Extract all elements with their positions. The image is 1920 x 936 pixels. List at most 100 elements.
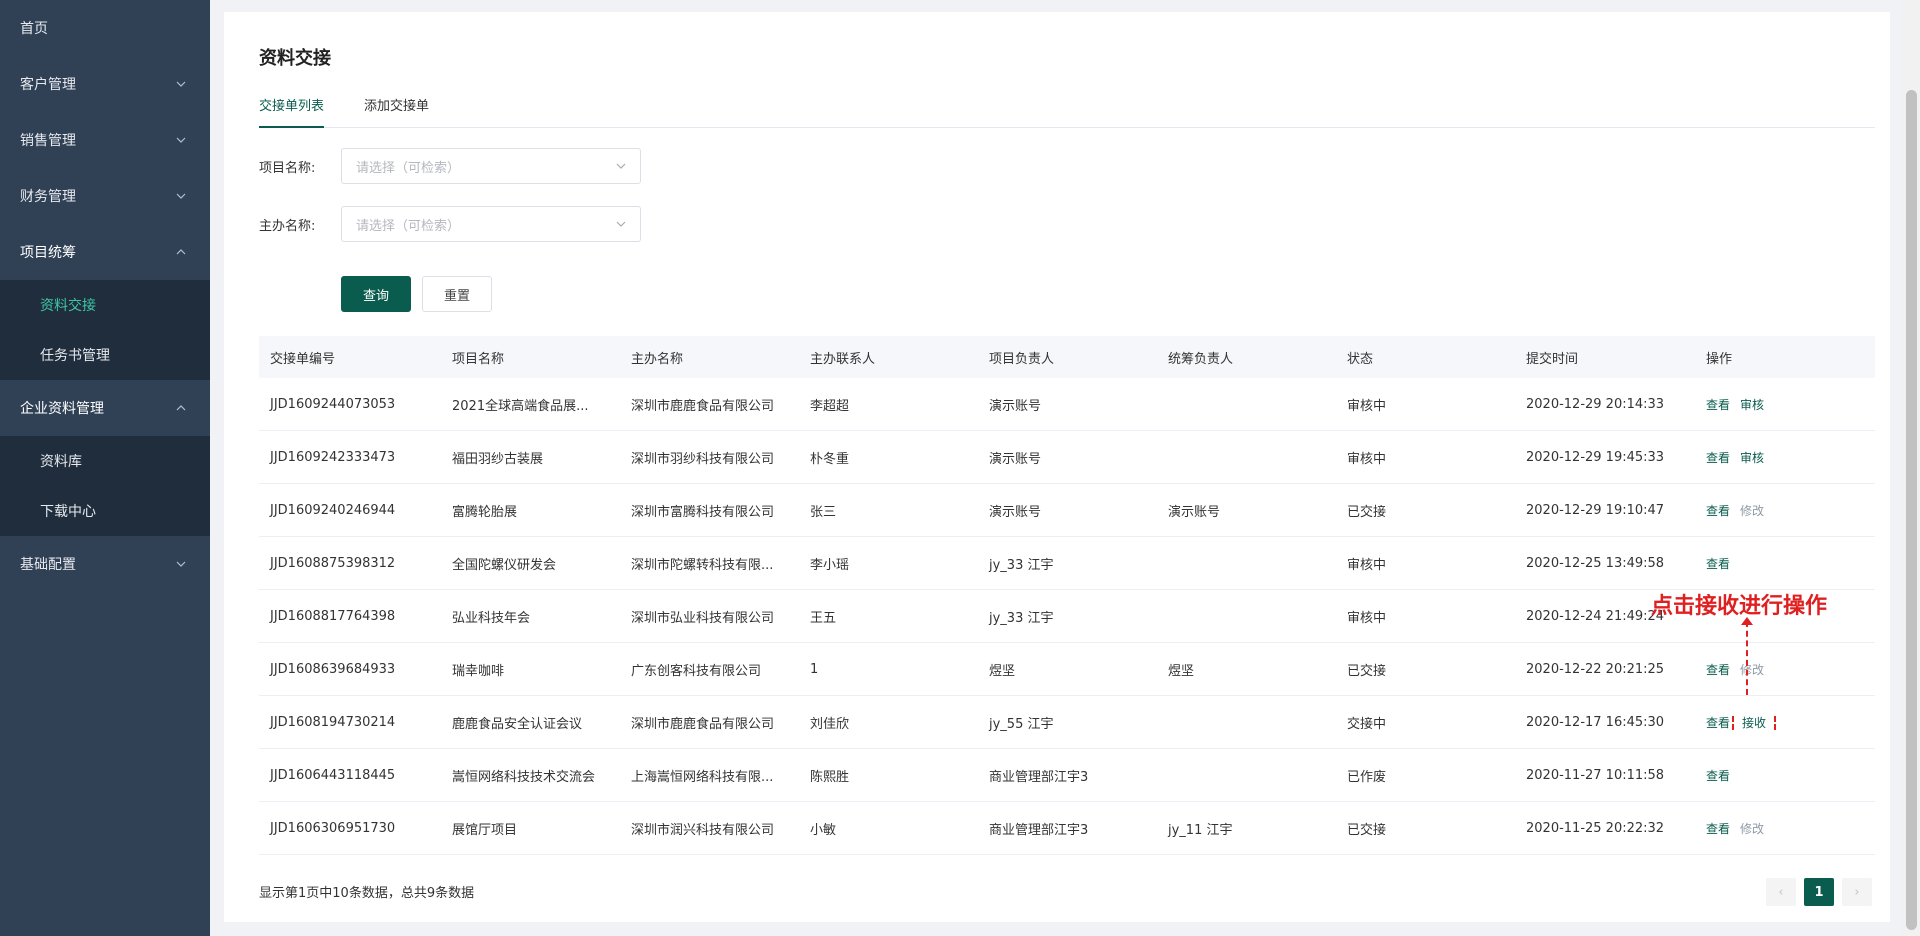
cell-project: 弘业科技年会 (452, 610, 531, 626)
cell-project: 展馆厅项目 (452, 822, 518, 838)
cell-status: 审核中 (1347, 557, 1387, 573)
cell-actions: 查看 修改 (1695, 502, 1875, 519)
table-row: JJD1608875398312 全国陀螺仪研发会 深圳市陀螺转科技有限... 李小瑶… (259, 537, 1875, 590)
prev-page-button[interactable]: ‹ (1766, 878, 1796, 906)
review-link[interactable]: 审核 (1740, 451, 1764, 465)
host-select[interactable]: 请选择（可检索） (341, 206, 641, 242)
cell-host: 上海嵩恒网络科技有限... (631, 769, 774, 785)
table-row: JJD1608639684933 瑞幸咖啡 广东创客科技有限公司 1 煜坚 煜坚 已交接 20… (259, 643, 1875, 696)
view-link[interactable]: 查看 (1706, 822, 1730, 836)
cell-contact: 王五 (810, 610, 837, 626)
cell-pm: jy_33 江宇 (989, 557, 1054, 573)
review-link[interactable]: 审核 (1740, 398, 1764, 412)
view-link[interactable]: 查看 (1706, 716, 1730, 730)
edit-link[interactable]: 修改 (1740, 504, 1764, 518)
column-header: 项目名称 (452, 351, 505, 367)
cell-project: 瑞幸咖啡 (452, 663, 505, 679)
cell-host: 深圳市鹿鹿食品有限公司 (631, 716, 775, 732)
sidebar-item-downloads[interactable]: 下载中心 (0, 486, 210, 536)
cell-status: 已作废 (1347, 769, 1387, 785)
cell-time: 2020-12-17 16:45:30 (1526, 714, 1665, 730)
chevron-down-icon (616, 219, 626, 230)
sidebar-item-handover[interactable]: 资料交接 (0, 280, 210, 330)
receive-link[interactable]: 接收 (1732, 713, 1777, 731)
handover-table: 交接单编号 项目名称 主办名称 主办联系人 项目负责人 统筹负责人 状态 提交时… (259, 336, 1875, 855)
cell-host: 深圳市富腾科技有限公司 (631, 504, 775, 520)
view-link[interactable]: 查看 (1706, 557, 1730, 571)
content-card: 资料交接 交接单列表 添加交接单 项目名称: 请选择（可检索） 主办名称: 请选… (224, 12, 1890, 922)
cell-contact: 刘佳欣 (810, 716, 850, 732)
sidebar-item-project[interactable]: 项目统筹 (0, 224, 210, 280)
table-row: JJD1606443118445 嵩恒网络科技技术交流会 上海嵩恒网络科技有限...… (259, 749, 1875, 802)
cell-contact: 朴冬重 (810, 451, 850, 467)
cell-status: 交接中 (1347, 716, 1387, 732)
column-header: 主办联系人 (810, 351, 876, 367)
column-header: 统筹负责人 (1168, 351, 1234, 367)
annotation-text: 点击接收进行操作 (1651, 594, 1828, 619)
cell-pm: 煜坚 (989, 663, 1016, 679)
view-link[interactable]: 查看 (1706, 504, 1730, 518)
view-link[interactable]: 查看 (1706, 663, 1730, 677)
scrollbar-thumb[interactable] (1906, 90, 1917, 930)
cell-pm: 演示账号 (989, 504, 1042, 520)
view-link[interactable]: 查看 (1706, 398, 1730, 412)
cell-pm: 商业管理部江宇3 (989, 769, 1089, 785)
tab-handover-list[interactable]: 交接单列表 (259, 96, 325, 128)
chevron-up-icon (174, 401, 188, 415)
sidebar-item-label: 财务管理 (20, 189, 76, 205)
column-header: 状态 (1347, 351, 1374, 367)
sidebar-item-finance[interactable]: 财务管理 (0, 168, 210, 224)
cell-pm: 商业管理部江宇3 (989, 822, 1089, 838)
sidebar-item-label: 基础配置 (20, 557, 76, 573)
view-link[interactable]: 查看 (1706, 769, 1730, 783)
search-button[interactable]: 查询 (341, 276, 411, 312)
sidebar: 首页 客户管理 销售管理 财务管理 项目统筹 资料交接 任务书管理 企业资料管理… (0, 0, 210, 936)
cell-actions: 查看 修改 (1695, 661, 1875, 678)
cell-time: 2020-12-29 19:45:33 (1526, 449, 1665, 465)
reset-button[interactable]: 重置 (422, 276, 492, 312)
cell-project: 嵩恒网络科技技术交流会 (452, 769, 596, 785)
cell-time: 2020-12-25 13:49:58 (1526, 555, 1665, 571)
cell-contact: 小敏 (810, 822, 837, 838)
sidebar-item-task-book[interactable]: 任务书管理 (0, 330, 210, 380)
cell-pm: 演示账号 (989, 451, 1042, 467)
sidebar-item-enterprise-docs[interactable]: 企业资料管理 (0, 380, 210, 436)
cell-project: 全国陀螺仪研发会 (452, 557, 557, 573)
cell-host: 深圳市鹿鹿食品有限公司 (631, 398, 775, 414)
sidebar-item-home[interactable]: 首页 (0, 0, 210, 56)
vertical-scrollbar[interactable] (1903, 0, 1920, 936)
sidebar-item-sales[interactable]: 销售管理 (0, 112, 210, 168)
cell-status: 审核中 (1347, 610, 1387, 626)
chevron-down-icon (174, 557, 188, 571)
edit-link[interactable]: 修改 (1740, 822, 1764, 836)
tab-bar: 交接单列表 添加交接单 (259, 96, 1875, 128)
cell-contact: 张三 (810, 504, 837, 520)
cell-project: 福田羽纱古装展 (452, 451, 544, 467)
column-header: 提交时间 (1526, 351, 1579, 367)
next-page-button[interactable]: › (1842, 878, 1872, 906)
cell-time: 2020-11-25 20:22:32 (1526, 820, 1665, 836)
cell-contact: 李超超 (810, 398, 850, 414)
edit-link[interactable]: 修改 (1740, 663, 1764, 677)
sidebar-item-library[interactable]: 资料库 (0, 436, 210, 486)
tab-add-handover[interactable]: 添加交接单 (364, 96, 429, 128)
view-link[interactable]: 查看 (1706, 451, 1730, 465)
annotation-line (1746, 621, 1748, 695)
cell-id: JJD1609242333473 (270, 449, 396, 465)
cell-contact: 李小瑶 (810, 557, 850, 573)
table-row: JJD1606306951730 展馆厅项目 深圳市润兴科技有限公司 小敏 商业管理部江… (259, 802, 1875, 855)
sidebar-item-base-config[interactable]: 基础配置 (0, 536, 210, 592)
cell-host: 深圳市羽纱科技有限公司 (631, 451, 775, 467)
cell-status: 已交接 (1347, 822, 1387, 838)
cell-status: 审核中 (1347, 451, 1387, 467)
chevron-down-icon (174, 133, 188, 147)
project-select[interactable]: 请选择（可检索） (341, 148, 641, 184)
table-row: JJD1608817764398 弘业科技年会 深圳市弘业科技有限公司 王五 jy_33… (259, 590, 1875, 643)
cell-time: 2020-11-27 10:11:58 (1526, 767, 1665, 783)
column-header: 交接单编号 (270, 351, 336, 367)
column-header: 操作 (1706, 351, 1733, 367)
sidebar-item-customer[interactable]: 客户管理 (0, 56, 210, 112)
page-number-button[interactable]: 1 (1804, 878, 1834, 906)
table-row: JJD1609242333473 福田羽纱古装展 深圳市羽纱科技有限公司 朴冬重 演示账… (259, 431, 1875, 484)
table-row: JJD1609244073053 2021全球高端食品展... 深圳市鹿鹿食品有限公… (259, 378, 1875, 431)
